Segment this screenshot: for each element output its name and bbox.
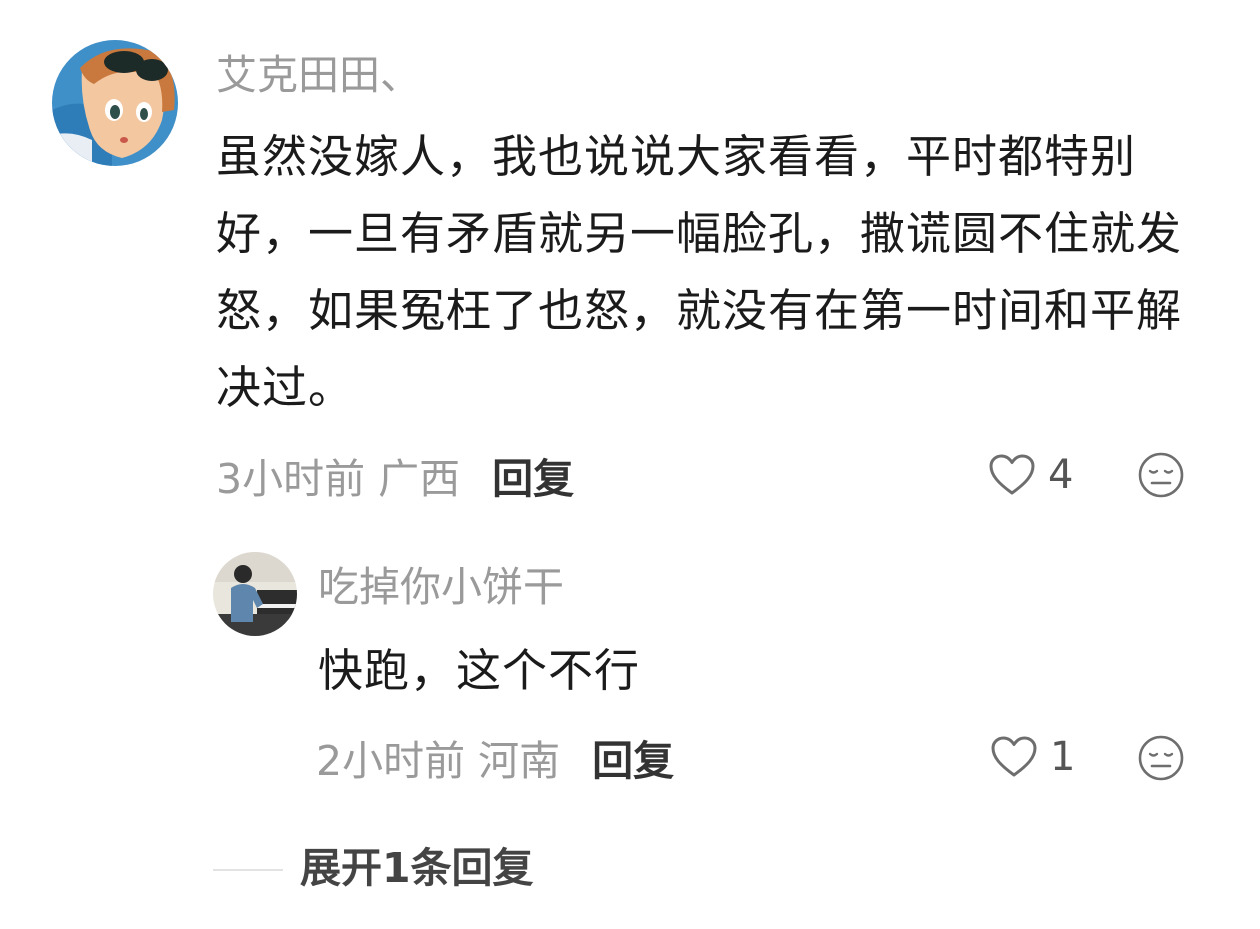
reply-username[interactable]: 吃掉你小饼干 [318,562,564,612]
comment-reply-button[interactable]: 回复 [492,445,574,505]
reply-avatar[interactable] [213,552,297,636]
comment-text: 虽然没嫁人，我也说说大家看看，平时都特别好，一旦有矛盾就另一幅脸孔，撒谎圆不住就… [216,130,1183,414]
reply-dislike-button[interactable] [1137,734,1185,782]
anime-avatar-icon [52,40,178,166]
comment-like-count: 4 [1048,452,1074,498]
expand-replies-button[interactable]: 展开1条回复 [300,842,534,894]
neutral-face-icon [1138,735,1184,781]
heart-outline-icon [989,454,1035,495]
reply-time-location: 2小时前 河南 [316,737,561,785]
reply-text: 快跑，这个不行 [318,644,641,697]
expand-divider [213,869,283,871]
comment-username[interactable]: 艾克田田、 [216,50,421,100]
reply-like-count: 1 [1050,734,1076,780]
comment-time-location: 3小时前 广西 [216,455,461,503]
reply-reply-button[interactable]: 回复 [592,727,674,787]
reply-meta: 2小时前 河南 回复 [316,731,674,785]
comment-dislike-button[interactable] [1137,451,1185,499]
neutral-face-icon [1138,452,1184,498]
heart-outline-icon [991,736,1037,777]
comment-meta: 3小时前 广西 回复 [216,449,574,503]
comment-like-button[interactable]: 4 [988,449,1073,501]
piano-player-avatar-icon [213,552,297,636]
reply-like-button[interactable]: 1 [990,731,1075,783]
comment-avatar[interactable] [52,40,178,166]
